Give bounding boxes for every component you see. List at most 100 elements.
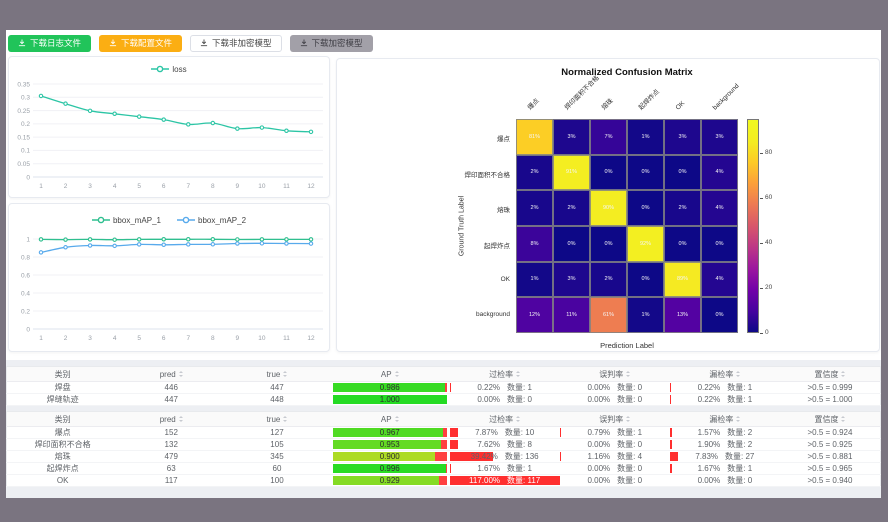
sort-icon[interactable]	[395, 371, 399, 377]
download-unencrypted-model-button[interactable]: 下载非加密模型	[190, 35, 282, 52]
sort-icon[interactable]	[179, 371, 183, 377]
table-header-cell-过检率[interactable]: 过检率	[450, 367, 560, 382]
confusion-matrix-col-label: 起焊炸点	[636, 88, 661, 113]
confusion-matrix-cell: 0%	[701, 226, 738, 262]
metrics-section: 类别predtrueAP过检率误判率漏检率置信度焊盘4464470.9860.2…	[6, 360, 881, 498]
sort-icon[interactable]	[736, 371, 740, 377]
bbox_mAP_2-point	[113, 244, 116, 247]
bbox_mAP_2-point	[88, 244, 91, 247]
confusion-matrix-col-label: 熔珠	[599, 97, 615, 113]
table-header-cell-true[interactable]: true	[224, 367, 330, 382]
bbox_mAP_2-point	[236, 242, 239, 245]
table-header-cell-AP[interactable]: AP	[330, 412, 450, 427]
ap-value: 0.900	[333, 452, 447, 461]
sort-icon[interactable]	[841, 371, 845, 377]
sort-icon[interactable]	[283, 371, 287, 377]
confusion-matrix-cell: 0%	[590, 155, 627, 191]
sort-icon[interactable]	[736, 416, 740, 422]
rate-cell: 0.22%数量: 1	[670, 382, 780, 393]
table-header-cell-误判率[interactable]: 误判率	[560, 367, 670, 382]
confusion-matrix-cell: 1%	[627, 119, 664, 155]
table-header-cell-漏检率[interactable]: 漏检率	[670, 367, 780, 382]
rate-count: 数量: 1	[727, 382, 752, 393]
table-header-cell-置信度[interactable]: 置信度	[780, 412, 881, 427]
table-header-cell-AP[interactable]: AP	[330, 367, 450, 382]
header-inner: pred	[118, 370, 224, 379]
class-name-cell: OK	[7, 475, 119, 487]
loss-point	[236, 127, 239, 130]
table-header-cell-误判率[interactable]: 误判率	[560, 412, 670, 427]
colorbar-tick: 20	[765, 284, 772, 291]
confusion-matrix-col-label: 焊印面积不合格	[562, 74, 601, 113]
rate-cell: 1.90%数量: 2	[670, 439, 780, 450]
sort-icon[interactable]	[516, 371, 520, 377]
true-cell: 60	[224, 463, 330, 475]
confusion-matrix-cell: 0%	[627, 190, 664, 226]
bbox_mAP_1-point	[39, 238, 42, 241]
confusion-matrix-cell: 4%	[701, 155, 738, 191]
header-label: pred	[160, 415, 176, 424]
cell-value: 89%	[677, 276, 688, 282]
colorbar-tick-mark	[760, 288, 763, 289]
rate-bar	[450, 440, 458, 449]
ap-bar: 0.929	[333, 476, 447, 485]
sort-down-caret	[179, 375, 183, 377]
sort-down-caret	[736, 375, 740, 377]
sort-up-caret	[179, 416, 183, 418]
sort-icon[interactable]	[626, 371, 630, 377]
sort-icon[interactable]	[283, 416, 287, 422]
y-tick-label: 0.3	[21, 95, 30, 102]
cell-value: 11%	[566, 312, 577, 318]
y-tick-label: 0	[26, 326, 30, 333]
header-label: true	[267, 370, 281, 379]
loss-point	[211, 121, 214, 124]
cell-value: 0%	[716, 241, 724, 247]
confusion-matrix-cell: 1%	[516, 262, 553, 298]
y-tick-label: 1	[26, 236, 30, 243]
loss-point	[88, 109, 91, 112]
header-label: 置信度	[814, 414, 838, 425]
mis-rate-cell: 0.79%数量: 1	[560, 427, 670, 439]
cell-value: 0%	[716, 312, 724, 318]
table-header-cell-漏检率[interactable]: 漏检率	[670, 412, 780, 427]
map-chart-card: bbox_mAP_1bbox_mAP_200.20.40.60.81123456…	[8, 203, 330, 352]
miss-rate-cell: 1.90%数量: 2	[670, 439, 780, 451]
ap-cell: 0.967	[330, 427, 450, 439]
download-config-button[interactable]: 下载配置文件	[99, 35, 182, 52]
header-inner: 漏检率	[670, 414, 780, 425]
rate-percent: 7.87%	[475, 428, 498, 437]
sort-up-caret	[841, 371, 845, 373]
over-rate-cell: 0.00%数量: 0	[450, 394, 560, 406]
table-header-cell-pred[interactable]: pred	[118, 412, 224, 427]
x-tick-label: 8	[211, 335, 215, 342]
metrics-table-2-wrap: 类别predtrueAP过检率误判率漏检率置信度爆点1521270.9677.8…	[6, 411, 881, 487]
true-cell: 447	[224, 382, 330, 394]
sort-icon[interactable]	[626, 416, 630, 422]
ap-bar: 0.996	[333, 464, 447, 473]
sort-icon[interactable]	[841, 416, 845, 422]
cell-value: 3%	[716, 134, 724, 140]
rate-percent: 0.00%	[698, 476, 721, 485]
sort-icon[interactable]	[516, 416, 520, 422]
cell-value: 1%	[531, 276, 539, 282]
table-header-cell-置信度[interactable]: 置信度	[780, 367, 881, 382]
loss-point	[39, 94, 42, 97]
table-header-cell-过检率[interactable]: 过检率	[450, 412, 560, 427]
table-header-cell-pred[interactable]: pred	[118, 367, 224, 382]
sort-down-caret	[395, 420, 399, 422]
download-config-label: 下载配置文件	[121, 39, 172, 48]
bbox_mAP_2-line	[41, 243, 311, 252]
header-label: 过检率	[489, 369, 513, 380]
sort-icon[interactable]	[179, 416, 183, 422]
cell-value: 12%	[529, 312, 540, 318]
confusion-matrix-cell: 2%	[553, 190, 590, 226]
download-encrypted-model-button[interactable]: 下载加密模型	[290, 35, 373, 52]
ap-value: 0.986	[333, 383, 447, 392]
cell-value: 0%	[642, 169, 650, 175]
rate-percent: 0.00%	[587, 476, 610, 485]
header-inner: AP	[330, 370, 450, 379]
table-header-cell-true[interactable]: true	[224, 412, 330, 427]
download-unencrypted-model-label: 下载非加密模型	[212, 39, 272, 48]
download-log-button[interactable]: 下载日志文件	[8, 35, 91, 52]
sort-icon[interactable]	[395, 416, 399, 422]
